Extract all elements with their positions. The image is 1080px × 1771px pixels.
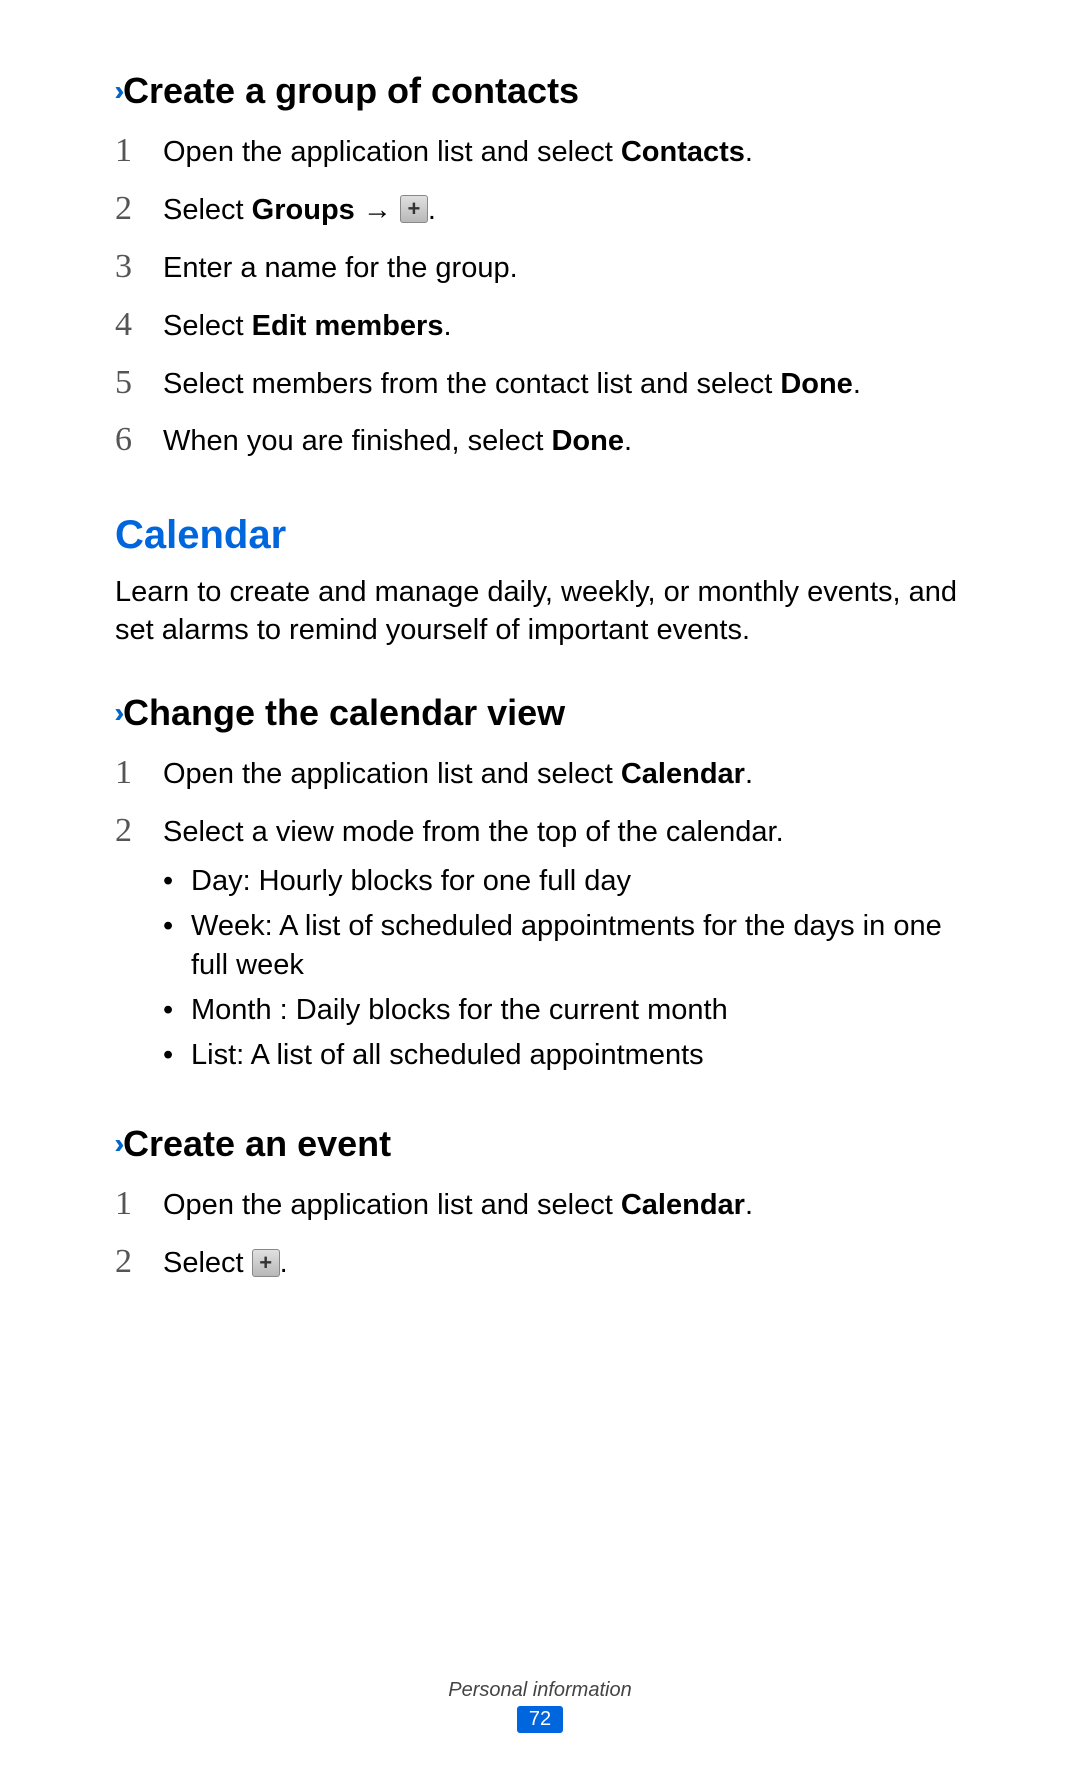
bullet-dot-icon: • bbox=[163, 1036, 191, 1075]
step-item: 3Enter a name for the group. bbox=[115, 244, 965, 290]
bullet-item: •List: A list of all scheduled appointme… bbox=[163, 1036, 965, 1075]
step-number: 1 bbox=[115, 128, 163, 174]
step-number: 4 bbox=[115, 302, 163, 348]
step-text: Select a view mode from the top of the c… bbox=[163, 813, 965, 1082]
step-item: 4Select Edit members. bbox=[115, 302, 965, 348]
step-text: Select . bbox=[163, 1244, 965, 1283]
step-item: 2Select . bbox=[115, 1239, 965, 1285]
plus-icon bbox=[400, 195, 428, 223]
footer-label: Personal information bbox=[0, 1679, 1080, 1702]
step-text: Open the application list and select Con… bbox=[163, 133, 965, 172]
step-item: 5Select members from the contact list an… bbox=[115, 360, 965, 406]
step-list-create-group: 1Open the application list and select Co… bbox=[115, 128, 965, 463]
step-text: Open the application list and select Cal… bbox=[163, 1186, 965, 1225]
bullet-item: •Week: A list of scheduled appointments … bbox=[163, 907, 965, 985]
bullet-dot-icon: • bbox=[163, 862, 191, 901]
page-number: 72 bbox=[517, 1706, 563, 1733]
bullet-dot-icon: • bbox=[163, 907, 191, 985]
bold-text: Groups bbox=[252, 194, 355, 226]
step-text: Select Groups → . bbox=[163, 191, 965, 230]
step-number: 2 bbox=[115, 808, 163, 854]
step-number: 2 bbox=[115, 186, 163, 232]
section-heading-change-view: ›› Change the calendar view bbox=[115, 692, 965, 734]
bold-text: Edit members bbox=[252, 310, 444, 342]
step-text: Select members from the contact list and… bbox=[163, 365, 965, 404]
step-item: 2Select Groups → . bbox=[115, 186, 965, 232]
plus-icon bbox=[252, 1249, 280, 1277]
step-text: Select Edit members. bbox=[163, 307, 965, 346]
step-item: 2Select a view mode from the top of the … bbox=[115, 808, 965, 1082]
step-item: 1Open the application list and select Co… bbox=[115, 128, 965, 174]
bold-text: Calendar bbox=[621, 758, 745, 790]
step-item: 6When you are finished, select Done. bbox=[115, 417, 965, 463]
section-heading-create-event: ›› Create an event bbox=[115, 1123, 965, 1165]
bullet-text: List: A list of all scheduled appointmen… bbox=[191, 1036, 704, 1075]
bold-text: Done bbox=[551, 425, 624, 457]
page-footer: Personal information 72 bbox=[0, 1679, 1080, 1733]
step-number: 2 bbox=[115, 1239, 163, 1285]
step-text: When you are finished, select Done. bbox=[163, 422, 965, 461]
bullet-list: •Day: Hourly blocks for one full day•Wee… bbox=[163, 862, 965, 1076]
step-number: 5 bbox=[115, 360, 163, 406]
step-item: 1Open the application list and select Ca… bbox=[115, 750, 965, 796]
bullet-item: •Month : Daily blocks for the current mo… bbox=[163, 991, 965, 1030]
step-item: 1Open the application list and select Ca… bbox=[115, 1181, 965, 1227]
section-heading-create-group: ›› Create a group of contacts bbox=[115, 70, 965, 112]
step-list-create-event: 1Open the application list and select Ca… bbox=[115, 1181, 965, 1285]
heading-text: Change the calendar view bbox=[123, 692, 565, 734]
bold-text: Calendar bbox=[621, 1189, 745, 1221]
bullet-text: Week: A list of scheduled appointments f… bbox=[191, 907, 965, 985]
step-list-change-view: 1Open the application list and select Ca… bbox=[115, 750, 965, 1082]
main-heading-calendar: Calendar bbox=[115, 513, 965, 558]
bold-text: Contacts bbox=[621, 136, 745, 168]
step-number: 1 bbox=[115, 750, 163, 796]
bullet-text: Day: Hourly blocks for one full day bbox=[191, 862, 631, 901]
step-number: 6 bbox=[115, 417, 163, 463]
bullet-item: •Day: Hourly blocks for one full day bbox=[163, 862, 965, 901]
bold-text: Done bbox=[780, 368, 853, 400]
step-text: Enter a name for the group. bbox=[163, 249, 965, 288]
bullet-dot-icon: • bbox=[163, 991, 191, 1030]
intro-text: Learn to create and manage daily, weekly… bbox=[115, 574, 965, 649]
heading-text: Create a group of contacts bbox=[123, 70, 579, 112]
heading-text: Create an event bbox=[123, 1123, 391, 1165]
step-text: Open the application list and select Cal… bbox=[163, 755, 965, 794]
step-number: 1 bbox=[115, 1181, 163, 1227]
bullet-text: Month : Daily blocks for the current mon… bbox=[191, 991, 728, 1030]
step-number: 3 bbox=[115, 244, 163, 290]
